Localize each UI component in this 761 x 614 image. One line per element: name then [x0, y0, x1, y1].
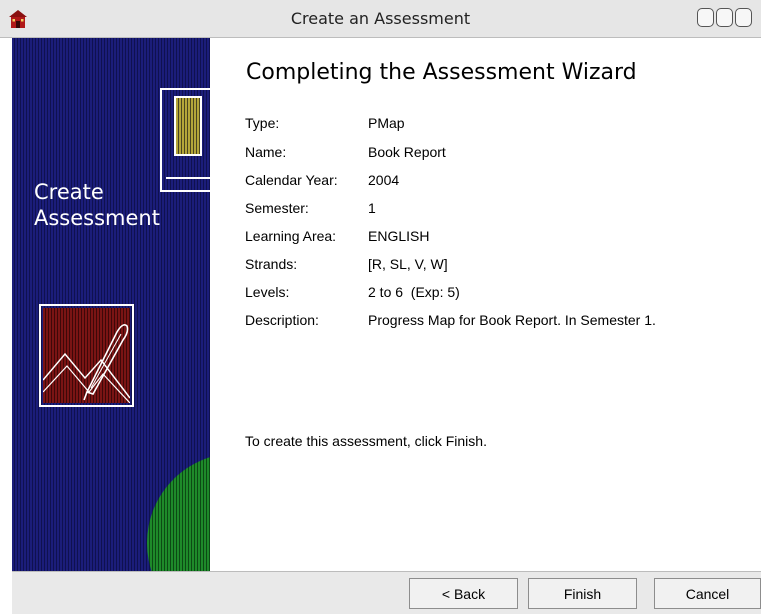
back-button[interactable]: < Back — [409, 578, 518, 609]
banner-title-line1: Create — [34, 180, 104, 204]
close-button[interactable] — [735, 8, 752, 27]
cancel-button[interactable]: Cancel — [654, 578, 761, 609]
summary-value: PMap — [368, 115, 405, 131]
summary-label: Name: — [245, 144, 287, 160]
summary-label: Levels: — [245, 284, 290, 300]
finish-instruction: To create this assessment, click Finish. — [245, 433, 487, 449]
page-title: Completing the Assessment Wizard — [246, 60, 637, 85]
wizard-content: Completing the Assessment Wizard Type: P… — [210, 38, 761, 571]
minimize-button[interactable] — [697, 8, 714, 27]
quill-panel — [43, 308, 130, 403]
banner-title: Create Assessment — [34, 179, 160, 231]
title-bar[interactable]: Create an Assessment — [0, 0, 761, 38]
wizard-window: Create an Assessment Create Assessment C… — [0, 0, 761, 614]
gold-panel — [174, 96, 202, 156]
quill-pen-icon — [43, 324, 130, 403]
summary-label: Learning Area: — [245, 228, 337, 244]
wizard-banner: Create Assessment — [12, 38, 210, 571]
banner-divider — [166, 177, 210, 179]
summary-label: Semester: — [245, 200, 309, 216]
summary-value: Progress Map for Book Report. In Semeste… — [368, 312, 656, 328]
green-circle-art — [147, 453, 210, 571]
summary-value: 1 — [368, 200, 376, 216]
summary-value: 2 to 6 (Exp: 5) — [368, 284, 460, 300]
window-title: Create an Assessment — [290, 9, 471, 28]
finish-button[interactable]: Finish — [528, 578, 637, 609]
summary-value: Book Report — [368, 144, 446, 160]
summary-label: Calendar Year: — [245, 172, 338, 188]
summary-value: 2004 — [368, 172, 400, 188]
quill-frame-art — [39, 304, 134, 407]
button-bar: < Back Finish Cancel — [12, 571, 761, 614]
summary-label: Type: — [245, 115, 280, 131]
summary-value: [R, SL, V, W] — [368, 256, 448, 272]
summary-value: ENGLISH — [368, 228, 430, 244]
banner-title-line2: Assessment — [34, 206, 160, 230]
maximize-button[interactable] — [716, 8, 733, 27]
summary-label: Description: — [245, 312, 319, 328]
window-left-edge — [0, 38, 12, 614]
summary-label: Strands: — [245, 256, 298, 272]
